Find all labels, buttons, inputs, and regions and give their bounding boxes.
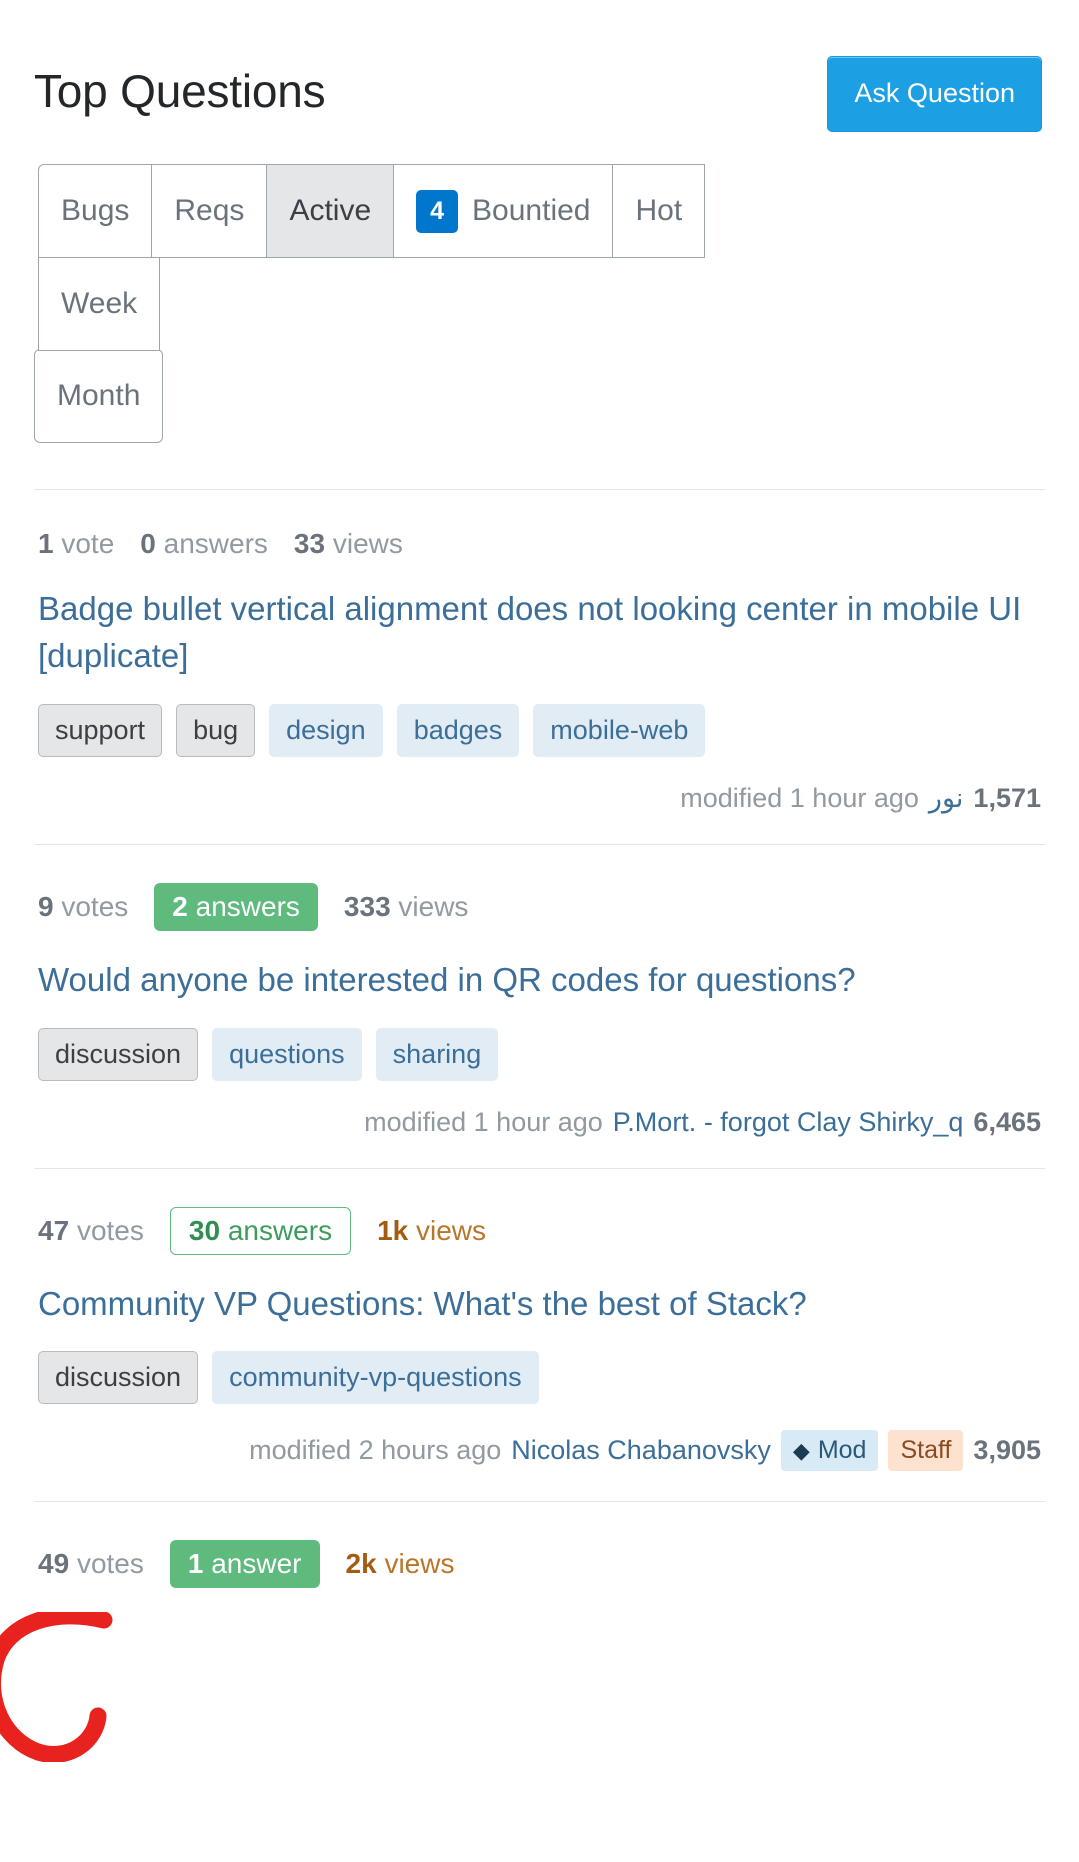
question-title-link[interactable]: Community VP Questions: What's the best … bbox=[38, 1281, 1041, 1328]
questions-page: Top Questions Ask Question Bugs Reqs Act… bbox=[0, 0, 1079, 1762]
answer-count: 30 answers bbox=[169, 1206, 352, 1255]
bounty-count-badge: 4 bbox=[416, 189, 459, 233]
user-reputation: 3,905 bbox=[973, 1435, 1041, 1466]
tag[interactable]: mobile-web bbox=[533, 703, 706, 757]
question-meta: modified 2 hours ago Nicolas Chabanovsky… bbox=[38, 1430, 1041, 1472]
question-title-link[interactable]: Badge bullet vertical alignment does not… bbox=[38, 586, 1041, 680]
vote-count: 49 votes bbox=[38, 1548, 144, 1580]
page-title: Top Questions bbox=[34, 65, 326, 117]
answer-count: 0 answers bbox=[140, 528, 268, 559]
tab-label: Bugs bbox=[61, 194, 130, 227]
tab-bountied[interactable]: 4 Bountied bbox=[393, 164, 614, 258]
question-meta: modified 1 hour ago نور 1,571 bbox=[38, 783, 1041, 814]
tab-label: Bountied bbox=[472, 194, 591, 227]
moderator-badge-label: Mod bbox=[817, 1436, 867, 1465]
view-count: 333 views bbox=[343, 890, 469, 922]
tab-week[interactable]: Week bbox=[38, 257, 161, 351]
tab-label: Active bbox=[289, 194, 372, 227]
tag[interactable]: discussion bbox=[38, 1351, 199, 1405]
tab-label: Month bbox=[57, 379, 141, 412]
tab-label: Week bbox=[61, 287, 138, 320]
vote-count: 47 votes bbox=[38, 1214, 144, 1246]
tab-label: Hot bbox=[635, 194, 683, 227]
modified-time: modified 1 hour ago bbox=[364, 1106, 603, 1137]
user-link[interactable]: P.Mort. - forgot Clay Shirky_q bbox=[613, 1107, 964, 1138]
user-link[interactable]: نور bbox=[929, 783, 964, 814]
tab-active[interactable]: Active bbox=[266, 164, 395, 258]
modified-time: modified 1 hour ago bbox=[680, 782, 919, 813]
question-filter-tabs-row2: Month bbox=[34, 349, 1045, 443]
tag[interactable]: bug bbox=[176, 703, 256, 757]
diamond-icon: ◆ bbox=[792, 1437, 810, 1463]
question-stats: 49 votes 1 answer 2k views bbox=[38, 1540, 1041, 1589]
staff-badge: Staff bbox=[888, 1430, 964, 1472]
tab-label: Reqs bbox=[174, 194, 245, 227]
question-tags: support bug design badges mobile-web bbox=[38, 703, 1041, 757]
tag[interactable]: discussion bbox=[38, 1027, 199, 1081]
question-meta: modified 1 hour ago P.Mort. - forgot Cla… bbox=[38, 1107, 1041, 1138]
tab-hot[interactable]: Hot bbox=[612, 164, 706, 258]
question-title-link[interactable]: Would anyone be interested in QR codes f… bbox=[38, 957, 1041, 1004]
view-count: 33 views bbox=[293, 528, 403, 559]
question-stats: 1 vote 0 answers 33 views bbox=[38, 528, 1041, 560]
question-stats: 9 votes 2 answers 333 views bbox=[38, 882, 1041, 931]
tab-month[interactable]: Month bbox=[34, 349, 164, 443]
vote-count: 9 votes bbox=[38, 890, 129, 922]
modified-time: modified 2 hours ago bbox=[249, 1435, 502, 1466]
question-summary: 49 votes 1 answer 2k views bbox=[34, 1501, 1045, 1644]
tag[interactable]: community-vp-questions bbox=[212, 1351, 539, 1405]
tag[interactable]: support bbox=[38, 703, 163, 757]
tag[interactable]: questions bbox=[212, 1027, 362, 1081]
question-stats: 47 votes 30 answers 1k views bbox=[38, 1206, 1041, 1255]
question-tags: discussion questions sharing bbox=[38, 1027, 1041, 1081]
answer-count: 1 answer bbox=[169, 1540, 320, 1589]
tab-bugs[interactable]: Bugs bbox=[38, 164, 153, 258]
user-link[interactable]: Nicolas Chabanovsky bbox=[511, 1435, 771, 1466]
question-summary: 9 votes 2 answers 333 views Would anyone… bbox=[34, 843, 1045, 1168]
user-reputation: 6,465 bbox=[973, 1106, 1041, 1137]
view-count: 2k views bbox=[345, 1548, 455, 1580]
ask-question-button[interactable]: Ask Question bbox=[827, 56, 1042, 132]
tag[interactable]: badges bbox=[396, 703, 520, 757]
question-summary: 47 votes 30 answers 1k views Community V… bbox=[34, 1167, 1045, 1502]
moderator-badge: ◆ Mod bbox=[780, 1430, 879, 1472]
answer-count: 2 answers bbox=[154, 882, 318, 931]
question-tags: discussion community-vp-questions bbox=[38, 1351, 1041, 1405]
tag[interactable]: sharing bbox=[375, 1027, 499, 1081]
tab-reqs[interactable]: Reqs bbox=[151, 164, 268, 258]
tag[interactable]: design bbox=[269, 703, 383, 757]
vote-count: 1 vote bbox=[38, 528, 115, 559]
user-reputation: 1,571 bbox=[973, 782, 1041, 813]
question-list: 1 vote 0 answers 33 views Badge bullet v… bbox=[34, 489, 1045, 1644]
question-summary: 1 vote 0 answers 33 views Badge bullet v… bbox=[34, 489, 1045, 844]
page-header: Top Questions Ask Question bbox=[34, 0, 1045, 132]
question-filter-tabs[interactable]: Bugs Reqs Active 4 Bountied Hot Week bbox=[38, 164, 782, 351]
view-count: 1k views bbox=[377, 1214, 487, 1246]
